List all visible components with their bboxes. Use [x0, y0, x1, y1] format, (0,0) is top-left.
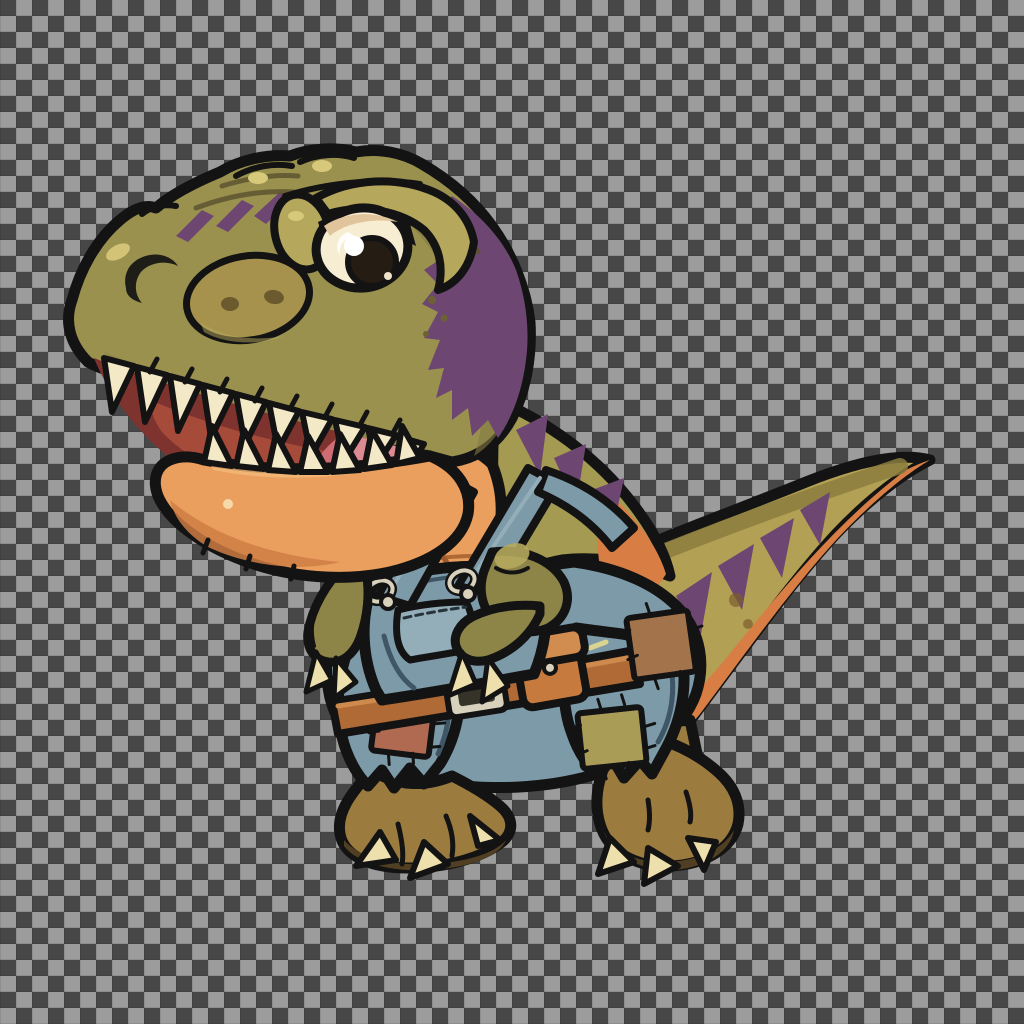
head	[69, 149, 531, 579]
screenshot-stage	[0, 0, 1024, 1024]
trex-sticker	[0, 0, 1024, 1024]
pouch-rivet	[543, 661, 557, 675]
